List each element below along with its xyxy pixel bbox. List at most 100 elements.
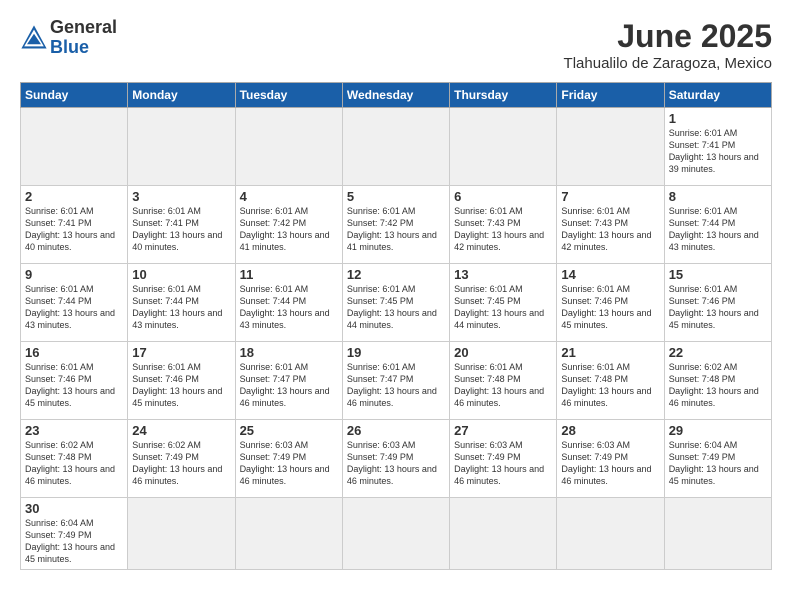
daylight-label: Daylight: 13 hours and 45 minutes. <box>669 464 759 486</box>
sunrise-label: Sunrise: 6:03 AM <box>561 440 630 450</box>
daylight-label: Daylight: 13 hours and 46 minutes. <box>25 464 115 486</box>
day-info: Sunrise: 6:01 AM Sunset: 7:44 PM Dayligh… <box>132 283 230 332</box>
sunset-label: Sunset: 7:43 PM <box>561 218 628 228</box>
daylight-label: Daylight: 13 hours and 46 minutes. <box>240 464 330 486</box>
sunrise-label: Sunrise: 6:01 AM <box>669 206 738 216</box>
daylight-label: Daylight: 13 hours and 46 minutes. <box>669 386 759 408</box>
col-wednesday: Wednesday <box>342 83 449 108</box>
sunrise-label: Sunrise: 6:01 AM <box>561 206 630 216</box>
table-row <box>557 498 664 570</box>
sunset-label: Sunset: 7:46 PM <box>561 296 628 306</box>
sunrise-label: Sunrise: 6:01 AM <box>454 362 523 372</box>
sunset-label: Sunset: 7:47 PM <box>240 374 307 384</box>
sunset-label: Sunset: 7:49 PM <box>561 452 628 462</box>
sunset-label: Sunset: 7:44 PM <box>25 296 92 306</box>
daylight-label: Daylight: 13 hours and 45 minutes. <box>669 308 759 330</box>
calendar-week-5: 30 Sunrise: 6:04 AM Sunset: 7:49 PM Dayl… <box>21 498 772 570</box>
daylight-label: Daylight: 13 hours and 46 minutes. <box>454 464 544 486</box>
daylight-label: Daylight: 13 hours and 43 minutes. <box>669 230 759 252</box>
day-info: Sunrise: 6:01 AM Sunset: 7:44 PM Dayligh… <box>25 283 123 332</box>
sunrise-label: Sunrise: 6:01 AM <box>132 362 201 372</box>
day-info: Sunrise: 6:01 AM Sunset: 7:44 PM Dayligh… <box>240 283 338 332</box>
day-number: 2 <box>25 189 123 204</box>
daylight-label: Daylight: 13 hours and 46 minutes. <box>132 464 222 486</box>
calendar-week-1: 2 Sunrise: 6:01 AM Sunset: 7:41 PM Dayli… <box>21 186 772 264</box>
sunset-label: Sunset: 7:46 PM <box>669 296 736 306</box>
sunrise-label: Sunrise: 6:01 AM <box>25 362 94 372</box>
daylight-label: Daylight: 13 hours and 44 minutes. <box>454 308 544 330</box>
day-number: 16 <box>25 345 123 360</box>
sunrise-label: Sunrise: 6:01 AM <box>25 206 94 216</box>
sunset-label: Sunset: 7:48 PM <box>561 374 628 384</box>
sunset-label: Sunset: 7:41 PM <box>132 218 199 228</box>
title-block: June 2025 Tlahualilo de Zaragoza, Mexico <box>564 18 772 72</box>
daylight-label: Daylight: 13 hours and 46 minutes. <box>240 386 330 408</box>
day-info: Sunrise: 6:01 AM Sunset: 7:47 PM Dayligh… <box>240 361 338 410</box>
sunrise-label: Sunrise: 6:01 AM <box>561 362 630 372</box>
daylight-label: Daylight: 13 hours and 42 minutes. <box>561 230 651 252</box>
table-row: 26 Sunrise: 6:03 AM Sunset: 7:49 PM Dayl… <box>342 420 449 498</box>
table-row <box>128 498 235 570</box>
table-row <box>342 498 449 570</box>
day-info: Sunrise: 6:01 AM Sunset: 7:46 PM Dayligh… <box>669 283 767 332</box>
day-info: Sunrise: 6:02 AM Sunset: 7:48 PM Dayligh… <box>25 439 123 488</box>
day-info: Sunrise: 6:02 AM Sunset: 7:49 PM Dayligh… <box>132 439 230 488</box>
sunrise-label: Sunrise: 6:03 AM <box>347 440 416 450</box>
logo-blue: Blue <box>50 38 117 58</box>
sunrise-label: Sunrise: 6:01 AM <box>454 284 523 294</box>
table-row: 10 Sunrise: 6:01 AM Sunset: 7:44 PM Dayl… <box>128 264 235 342</box>
title-location: Tlahualilo de Zaragoza, Mexico <box>564 55 772 72</box>
sunrise-label: Sunrise: 6:04 AM <box>25 518 94 528</box>
daylight-label: Daylight: 13 hours and 46 minutes. <box>561 386 651 408</box>
sunset-label: Sunset: 7:42 PM <box>240 218 307 228</box>
daylight-label: Daylight: 13 hours and 46 minutes. <box>561 464 651 486</box>
sunrise-label: Sunrise: 6:01 AM <box>240 206 309 216</box>
sunset-label: Sunset: 7:47 PM <box>347 374 414 384</box>
sunrise-label: Sunrise: 6:01 AM <box>347 284 416 294</box>
daylight-label: Daylight: 13 hours and 46 minutes. <box>347 386 437 408</box>
day-number: 23 <box>25 423 123 438</box>
table-row: 20 Sunrise: 6:01 AM Sunset: 7:48 PM Dayl… <box>450 342 557 420</box>
day-number: 5 <box>347 189 445 204</box>
daylight-label: Daylight: 13 hours and 45 minutes. <box>25 386 115 408</box>
sunset-label: Sunset: 7:49 PM <box>454 452 521 462</box>
table-row: 17 Sunrise: 6:01 AM Sunset: 7:46 PM Dayl… <box>128 342 235 420</box>
table-row: 13 Sunrise: 6:01 AM Sunset: 7:45 PM Dayl… <box>450 264 557 342</box>
calendar-week-2: 9 Sunrise: 6:01 AM Sunset: 7:44 PM Dayli… <box>21 264 772 342</box>
day-number: 27 <box>454 423 552 438</box>
day-info: Sunrise: 6:01 AM Sunset: 7:41 PM Dayligh… <box>132 205 230 254</box>
sunrise-label: Sunrise: 6:01 AM <box>25 284 94 294</box>
sunset-label: Sunset: 7:41 PM <box>25 218 92 228</box>
sunrise-label: Sunrise: 6:01 AM <box>669 284 738 294</box>
header: General Blue June 2025 Tlahualilo de Zar… <box>20 18 772 72</box>
col-saturday: Saturday <box>664 83 771 108</box>
logo-text: General Blue <box>50 18 117 58</box>
daylight-label: Daylight: 13 hours and 45 minutes. <box>25 542 115 564</box>
sunset-label: Sunset: 7:48 PM <box>454 374 521 384</box>
daylight-label: Daylight: 13 hours and 43 minutes. <box>240 308 330 330</box>
calendar-table: Sunday Monday Tuesday Wednesday Thursday… <box>20 82 772 570</box>
day-number: 3 <box>132 189 230 204</box>
day-number: 30 <box>25 501 123 516</box>
day-number: 28 <box>561 423 659 438</box>
daylight-label: Daylight: 13 hours and 45 minutes. <box>561 308 651 330</box>
day-number: 17 <box>132 345 230 360</box>
daylight-label: Daylight: 13 hours and 40 minutes. <box>132 230 222 252</box>
table-row: 6 Sunrise: 6:01 AM Sunset: 7:43 PM Dayli… <box>450 186 557 264</box>
page: General Blue June 2025 Tlahualilo de Zar… <box>0 0 792 612</box>
table-row: 3 Sunrise: 6:01 AM Sunset: 7:41 PM Dayli… <box>128 186 235 264</box>
sunset-label: Sunset: 7:48 PM <box>25 452 92 462</box>
day-info: Sunrise: 6:03 AM Sunset: 7:49 PM Dayligh… <box>454 439 552 488</box>
day-number: 9 <box>25 267 123 282</box>
day-number: 12 <box>347 267 445 282</box>
table-row: 11 Sunrise: 6:01 AM Sunset: 7:44 PM Dayl… <box>235 264 342 342</box>
sunrise-label: Sunrise: 6:01 AM <box>240 284 309 294</box>
table-row: 21 Sunrise: 6:01 AM Sunset: 7:48 PM Dayl… <box>557 342 664 420</box>
sunset-label: Sunset: 7:49 PM <box>132 452 199 462</box>
table-row: 25 Sunrise: 6:03 AM Sunset: 7:49 PM Dayl… <box>235 420 342 498</box>
sunrise-label: Sunrise: 6:01 AM <box>454 206 523 216</box>
day-info: Sunrise: 6:01 AM Sunset: 7:46 PM Dayligh… <box>132 361 230 410</box>
sunset-label: Sunset: 7:44 PM <box>132 296 199 306</box>
day-number: 13 <box>454 267 552 282</box>
day-number: 19 <box>347 345 445 360</box>
